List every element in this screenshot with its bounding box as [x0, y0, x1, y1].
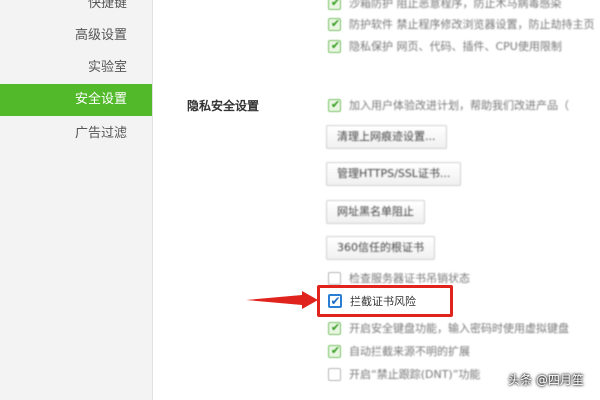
option-row[interactable]: ✔ 加入用户体验改进计划，帮助我们改进产品（ — [328, 97, 569, 113]
manage-certificates-button[interactable]: 管理HTTPS/SSL证书... — [326, 162, 462, 186]
option-row[interactable]: ✔ 防护软件 禁止程序修改浏览器设置，防止劫持主页 — [328, 16, 595, 32]
checkbox-tick-icon: ✔ — [330, 320, 341, 334]
privacy-section-title: 隐私安全设置 — [187, 99, 260, 113]
option-row[interactable]: 检查服务器证书吊销状态 — [328, 270, 470, 286]
option-label: 沙箱防护 阻止恶意程序，防止木马病毒感染 — [349, 0, 562, 10]
checkbox[interactable]: ✔ — [328, 320, 341, 335]
checkbox[interactable] — [328, 367, 341, 381]
option-label: 加入用户体验改进计划，帮助我们改进产品（ — [349, 99, 569, 112]
watermark-text: 头条 @四月笙 — [508, 373, 584, 387]
checkbox[interactable]: ✔ — [328, 0, 341, 10]
sidebar-item-advanced[interactable]: 高级设置 — [0, 20, 152, 52]
sidebar-item-lab[interactable]: 实验室 — [0, 52, 152, 84]
checkbox[interactable] — [328, 271, 341, 285]
option-label: 防护软件 禁止程序修改浏览器设置，防止劫持主页 — [349, 18, 595, 31]
checkbox[interactable]: ✔ — [328, 294, 342, 308]
checkbox[interactable]: ✔ — [328, 97, 341, 112]
checkbox-tick-icon: ✔ — [330, 294, 341, 308]
option-row[interactable]: ✔ 沙箱防护 阻止恶意程序，防止木马病毒感染 — [328, 0, 562, 11]
checkbox-tick-icon: ✔ — [330, 16, 341, 30]
option-label: 隐私保护 网页、代码、插件、CPU使用限制 — [349, 40, 562, 53]
sidebar-item-shortcuts[interactable]: 快捷键 — [0, 0, 152, 20]
option-row[interactable]: ✔ 隐私保护 网页、代码、插件、CPU使用限制 — [328, 38, 562, 54]
option-row[interactable]: 开启“禁止跟踪(DNT)”功能 — [328, 366, 480, 382]
checkbox[interactable]: ✔ — [328, 38, 341, 53]
trusted-root-certificates-button[interactable]: 360信任的根证书 — [326, 236, 435, 260]
option-label: 拦截证书风险 — [350, 295, 416, 308]
option-label: 自动拦截来源不明的扩展 — [349, 345, 470, 358]
checkbox-tick-icon: ✔ — [330, 0, 341, 9]
option-label: 检查服务器证书吊销状态 — [349, 272, 470, 285]
clear-history-settings-button[interactable]: 清理上网痕迹设置... — [326, 125, 447, 149]
checkbox[interactable]: ✔ — [328, 16, 341, 31]
intercept-cert-risk-option[interactable]: ✔ 拦截证书风险 — [328, 293, 416, 309]
option-label: 开启安全键盘功能，输入密码时使用虚拟键盘 — [349, 322, 569, 335]
option-row[interactable]: ✔ 自动拦截来源不明的扩展 — [328, 343, 470, 359]
checkbox[interactable]: ✔ — [328, 343, 341, 358]
option-row[interactable]: ✔ 开启安全键盘功能，输入密码时使用虚拟键盘 — [328, 320, 569, 336]
checkbox-tick-icon: ✔ — [330, 38, 341, 52]
sidebar-item-security[interactable]: 安全设置 — [0, 84, 152, 116]
settings-sidebar: 快捷键 高级设置 实验室 安全设置 广告过滤 — [0, 0, 153, 400]
checkbox-tick-icon: ✔ — [330, 343, 341, 357]
url-blacklist-button[interactable]: 网址黑名单阻止 — [326, 200, 425, 224]
red-arrow-icon — [246, 291, 318, 309]
sidebar-item-ad-filter[interactable]: 广告过滤 — [0, 118, 152, 150]
option-label: 开启“禁止跟踪(DNT)”功能 — [349, 368, 481, 381]
checkbox-tick-icon: ✔ — [330, 97, 341, 111]
